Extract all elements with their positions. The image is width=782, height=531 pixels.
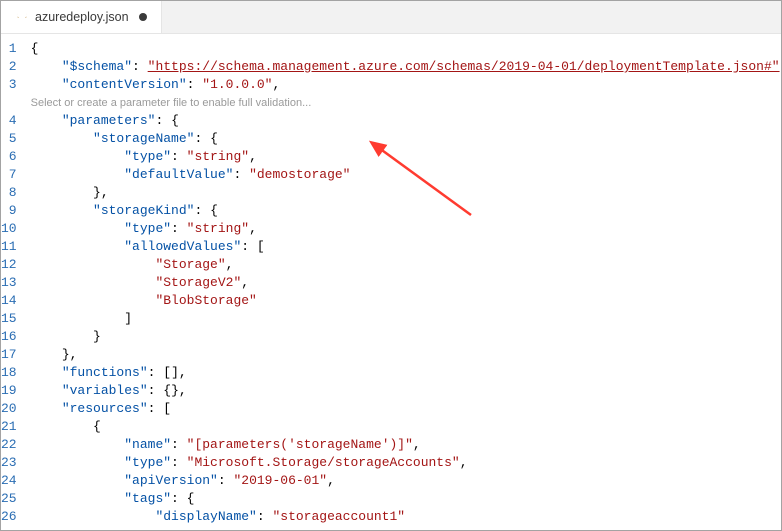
code-line[interactable]: "storageKind": { — [31, 202, 781, 220]
code-line[interactable]: }, — [31, 346, 781, 364]
code-line[interactable]: { — [31, 418, 781, 436]
code-line[interactable]: "type": "string", — [31, 148, 781, 166]
code-line[interactable]: "storageName": { — [31, 130, 781, 148]
code-line[interactable]: "contentVersion": "1.0.0.0", — [31, 76, 781, 94]
code-line[interactable]: "type": "Microsoft.Storage/storageAccoun… — [31, 454, 781, 472]
tab-filename: azuredeploy.json — [35, 10, 129, 24]
code-line[interactable]: "parameters": { — [31, 112, 781, 130]
code-line[interactable]: "$schema": "https://schema.management.az… — [31, 58, 781, 76]
editor-tab[interactable]: azuredeploy.json — [1, 1, 162, 33]
code-line[interactable]: } — [31, 328, 781, 346]
code-line[interactable]: "allowedValues": [ — [31, 238, 781, 256]
codelens-hint[interactable]: Select or create a parameter file to ena… — [31, 94, 781, 112]
line-number-gutter: 1234567891011121314151617181920212223242… — [1, 40, 31, 530]
json-file-icon — [15, 10, 29, 24]
code-line[interactable]: "Storage", — [31, 256, 781, 274]
code-area[interactable]: { "$schema": "https://schema.management.… — [31, 40, 781, 530]
code-line[interactable]: "defaultValue": "demostorage" — [31, 166, 781, 184]
tab-bar: azuredeploy.json — [1, 1, 781, 34]
code-line[interactable]: "StorageV2", — [31, 274, 781, 292]
code-line[interactable]: "variables": {}, — [31, 382, 781, 400]
code-line[interactable]: "resources": [ — [31, 400, 781, 418]
code-line[interactable]: "type": "string", — [31, 220, 781, 238]
code-line[interactable]: "displayName": "storageaccount1" — [31, 508, 781, 526]
code-line[interactable]: ] — [31, 310, 781, 328]
code-line[interactable]: "name": "[parameters('storageName')]", — [31, 436, 781, 454]
code-line[interactable]: "apiVersion": "2019-06-01", — [31, 472, 781, 490]
code-line[interactable]: }, — [31, 184, 781, 202]
code-line[interactable]: { — [31, 40, 781, 58]
code-line[interactable]: "functions": [], — [31, 364, 781, 382]
code-editor[interactable]: 1234567891011121314151617181920212223242… — [1, 34, 781, 530]
code-line[interactable]: "BlobStorage" — [31, 292, 781, 310]
code-line[interactable]: "tags": { — [31, 490, 781, 508]
dirty-indicator-icon — [139, 13, 147, 21]
